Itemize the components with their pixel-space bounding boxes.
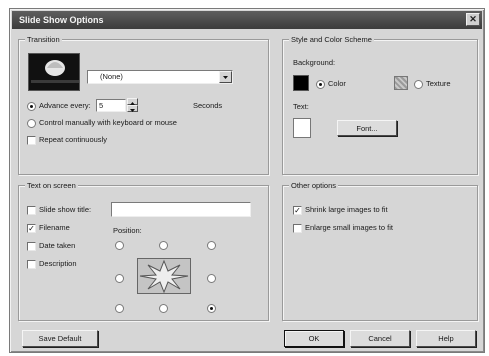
- background-texture-radio[interactable]: [414, 80, 423, 89]
- style-color-legend: Style and Color Scheme: [289, 35, 374, 44]
- position-top-right-radio[interactable]: [207, 241, 216, 250]
- text-on-screen-legend: Text on screen: [25, 181, 78, 190]
- title-bar[interactable]: Slide Show Options ✕: [12, 11, 482, 29]
- position-label: Position:: [113, 226, 142, 235]
- background-texture-label: Texture: [426, 79, 451, 88]
- text-on-screen-group: Text on screen Slide show title: ✓ Filen…: [18, 181, 269, 321]
- close-icon: ✕: [469, 14, 477, 24]
- repeat-continuously-checkbox[interactable]: [27, 136, 36, 145]
- transition-effect-select[interactable]: (None): [87, 70, 233, 84]
- dialog-title: Slide Show Options: [19, 15, 104, 25]
- background-color-radio[interactable]: [316, 80, 325, 89]
- arrow-down-icon: [130, 109, 135, 112]
- save-default-button[interactable]: Save Default: [22, 330, 98, 347]
- ok-button[interactable]: OK: [284, 330, 344, 347]
- close-button[interactable]: ✕: [466, 13, 480, 26]
- position-middle-right-radio[interactable]: [207, 274, 216, 283]
- position-middle-left-radio[interactable]: [115, 274, 124, 283]
- text-color-label: Text:: [293, 102, 309, 111]
- description-checkbox[interactable]: [27, 260, 36, 269]
- cancel-button[interactable]: Cancel: [350, 330, 410, 347]
- date-taken-label: Date taken: [39, 241, 76, 250]
- slide-show-title-checkbox[interactable]: [27, 206, 36, 215]
- help-button[interactable]: Help: [416, 330, 476, 347]
- background-color-swatch[interactable]: [293, 75, 309, 91]
- repeat-continuously-label: Repeat continuously: [39, 135, 107, 144]
- position-top-left-radio[interactable]: [115, 241, 124, 250]
- font-button-label: Font...: [356, 123, 378, 133]
- other-options-group: Other options ✓ Shrink large images to f…: [282, 181, 478, 321]
- advance-seconds-value: 5: [99, 101, 104, 110]
- description-label: Description: [39, 259, 77, 268]
- manual-control-label: Control manually with keyboard or mouse: [39, 118, 177, 127]
- background-color-label: Color: [328, 79, 346, 88]
- transition-legend: Transition: [25, 35, 62, 44]
- transition-group: Transition (None) Advance every: 5 Secon…: [18, 35, 269, 175]
- save-default-label: Save Default: [38, 334, 82, 343]
- background-label: Background:: [293, 58, 336, 67]
- filename-label: Filename: [39, 223, 70, 232]
- enlarge-small-images-checkbox[interactable]: [293, 224, 302, 233]
- slide-show-title-input[interactable]: [111, 202, 251, 217]
- transition-preview-thumbnail: [28, 53, 80, 91]
- preview-image-icon: [31, 60, 79, 83]
- position-bottom-left-radio[interactable]: [115, 304, 124, 313]
- spin-up-button[interactable]: [127, 98, 138, 105]
- position-preview-image: [137, 258, 191, 294]
- shrink-large-images-checkbox[interactable]: ✓: [293, 206, 302, 215]
- text-color-swatch[interactable]: [293, 118, 311, 138]
- advance-every-radio[interactable]: [27, 102, 36, 111]
- cancel-label: Cancel: [368, 334, 392, 343]
- spin-down-button[interactable]: [127, 105, 138, 112]
- advance-every-label: Advance every:: [39, 101, 91, 110]
- position-bottom-right-radio[interactable]: [207, 304, 216, 313]
- advance-seconds-input[interactable]: 5: [96, 99, 126, 112]
- seconds-label: Seconds: [193, 101, 223, 110]
- enlarge-small-images-label: Enlarge small images to fit: [305, 223, 393, 232]
- seconds-spinner[interactable]: [127, 98, 138, 113]
- slide-show-options-dialog: Slide Show Options ✕ Transition (None) A…: [9, 8, 485, 353]
- shrink-large-images-label: Shrink large images to fit: [305, 205, 388, 214]
- font-button[interactable]: Font...: [337, 120, 397, 136]
- date-taken-checkbox[interactable]: [27, 242, 36, 251]
- other-options-legend: Other options: [289, 181, 339, 190]
- preview-starburst-icon: [139, 259, 189, 294]
- texture-swatch-icon[interactable]: [394, 76, 408, 90]
- help-label: Help: [438, 334, 454, 343]
- ok-label: OK: [308, 334, 320, 343]
- chevron-down-icon: [223, 76, 228, 79]
- dropdown-arrow-button[interactable]: [219, 71, 232, 83]
- slide-show-title-label: Slide show title:: [39, 205, 92, 214]
- position-top-center-radio[interactable]: [159, 241, 168, 250]
- position-bottom-center-radio[interactable]: [159, 304, 168, 313]
- manual-control-radio[interactable]: [27, 119, 36, 128]
- filename-checkbox[interactable]: ✓: [27, 224, 36, 233]
- style-color-group: Style and Color Scheme Background: Color…: [282, 35, 478, 175]
- transition-effect-value: (None): [100, 72, 123, 81]
